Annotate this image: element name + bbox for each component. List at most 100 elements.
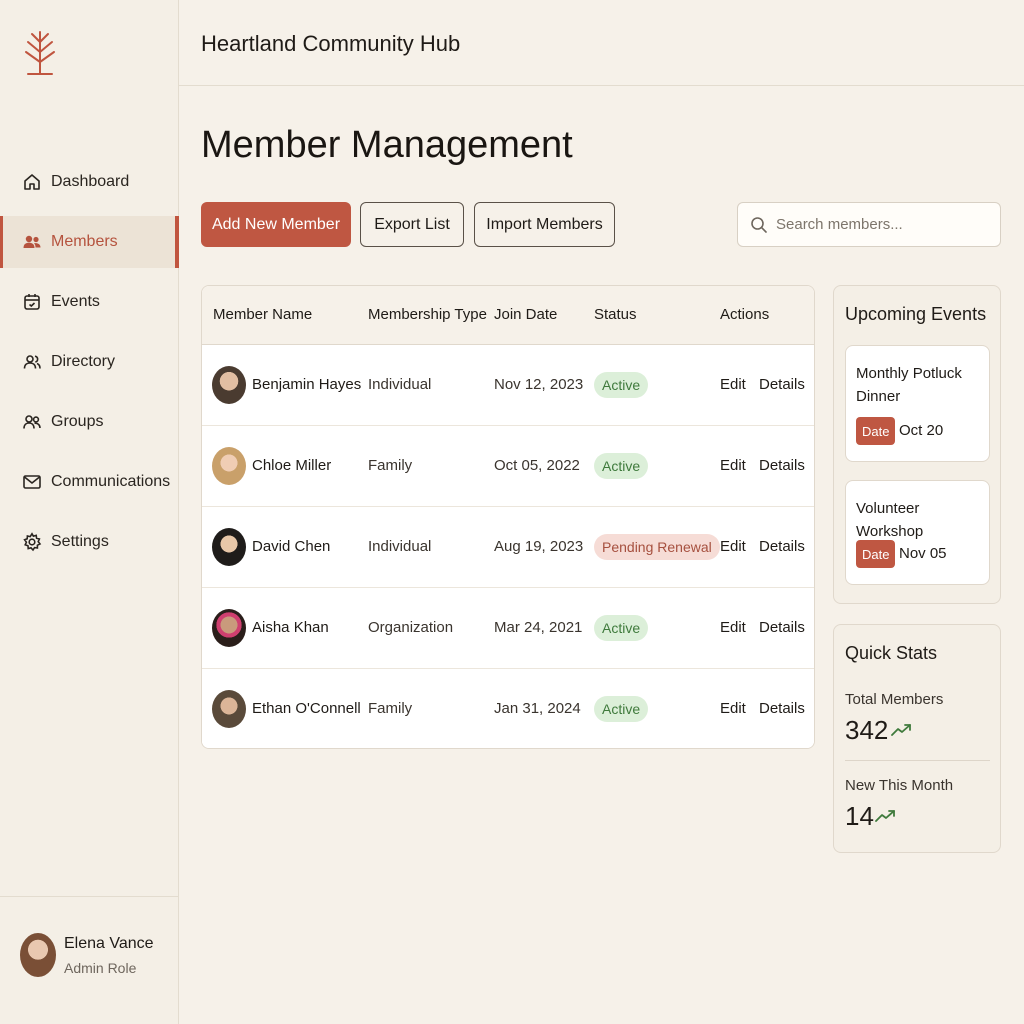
new-this-month-value: 14	[845, 801, 874, 831]
membership-type: Family	[368, 457, 413, 474]
join-date: Jan 31, 2024	[494, 700, 581, 717]
membership-type: Individual	[368, 376, 432, 393]
contacts-icon	[22, 352, 42, 372]
col-actions: Actions	[720, 306, 770, 323]
sidebar-item-groups[interactable]: Groups	[0, 396, 179, 448]
app-title: Heartland Community Hub	[201, 31, 461, 56]
details-link[interactable]: Details	[759, 538, 805, 555]
sidebar-item-dashboard[interactable]: Dashboard	[0, 156, 179, 208]
panel-title: Quick Stats	[845, 643, 938, 663]
import-members-button[interactable]: Import Members	[474, 202, 615, 247]
edit-link[interactable]: Edit	[720, 619, 746, 636]
avatar	[212, 447, 246, 485]
sidebar-item-label: Settings	[51, 533, 109, 550]
top-header: Heartland Community Hub	[179, 0, 1024, 86]
search-icon	[751, 216, 767, 233]
sidebar-item-directory[interactable]: Directory	[0, 336, 179, 388]
total-members-label: Total Members	[845, 691, 944, 708]
details-link[interactable]: Details	[759, 376, 805, 393]
status-badge: Active	[594, 453, 649, 479]
trend-up-icon	[875, 810, 895, 822]
sidebar-item-label: Directory	[51, 353, 116, 370]
member-name: Aisha Khan	[252, 619, 329, 636]
status-badge: Active	[594, 615, 649, 641]
avatar	[212, 690, 246, 728]
search-box	[737, 202, 1001, 247]
join-date: Nov 12, 2023	[494, 376, 584, 393]
avatar	[212, 528, 246, 566]
quick-stats-panel: Quick Stats Total Members 342 New This M…	[833, 624, 1001, 853]
sidebar-item-settings[interactable]: Settings	[0, 516, 179, 568]
calendar-icon	[22, 292, 42, 312]
details-link[interactable]: Details	[759, 619, 805, 636]
col-membership-type[interactable]: Membership Type	[368, 306, 487, 323]
new-this-month-label: New This Month	[845, 777, 954, 794]
avatar	[212, 609, 246, 647]
users-icon	[22, 232, 42, 252]
avatar	[20, 933, 56, 977]
membership-type: Organization	[368, 619, 454, 636]
trend-up-icon	[891, 724, 911, 736]
member-name: Benjamin Hayes	[252, 376, 362, 393]
sidebar-item-label: Events	[51, 293, 100, 310]
page-title: Member Management	[201, 124, 573, 166]
user-name: Elena Vance	[64, 935, 154, 952]
status-badge: Pending Renewal	[594, 534, 720, 560]
table-row[interactable]: Chloe Miller Family Oct 05, 2022 Active …	[202, 426, 814, 507]
group-icon	[22, 412, 42, 432]
tree-logo-icon	[22, 28, 58, 76]
table-row[interactable]: Benjamin Hayes Individual Nov 12, 2023 A…	[202, 345, 814, 426]
details-link[interactable]: Details	[759, 700, 805, 717]
add-member-button[interactable]: Add New Member	[201, 202, 351, 247]
event-date: Oct 20	[899, 422, 944, 439]
join-date: Aug 19, 2023	[494, 538, 584, 555]
join-date: Oct 05, 2022	[494, 457, 580, 474]
home-icon	[22, 172, 42, 192]
join-date: Mar 24, 2021	[494, 619, 583, 636]
sidebar-item-communications[interactable]: Communications	[0, 456, 179, 508]
event-card[interactable]: Monthly Potluck Dinner Date Oct 20	[845, 345, 990, 462]
date-tag: Date	[856, 417, 896, 445]
panel-title: Upcoming Events	[845, 304, 987, 324]
edit-link[interactable]: Edit	[720, 457, 746, 474]
sidebar-item-events[interactable]: Events	[0, 276, 179, 328]
sidebar-item-label: Communications	[51, 473, 171, 490]
table-row[interactable]: Ethan O'Connell Family Jan 31, 2024 Acti…	[202, 669, 814, 748]
sidebar-item-label: Groups	[51, 413, 104, 430]
date-tag: Date	[856, 540, 896, 568]
edit-link[interactable]: Edit	[720, 538, 746, 555]
col-member-name[interactable]: Member Name	[213, 306, 312, 323]
avatar	[212, 366, 246, 404]
edit-link[interactable]: Edit	[720, 700, 746, 717]
event-date: Nov 05	[899, 545, 947, 562]
search-input[interactable]	[776, 216, 986, 233]
user-profile[interactable]: Elena Vance Admin Role	[0, 896, 179, 1024]
edit-link[interactable]: Edit	[720, 376, 746, 393]
sidebar-nav: Dashboard Members Events Directory Group…	[0, 156, 179, 576]
event-card[interactable]: Volunteer Workshop Date Nov 05	[845, 480, 990, 585]
table-header: Member Name Membership Type Join Date St…	[202, 286, 814, 345]
sidebar-item-label: Members	[51, 233, 118, 250]
total-members-value: 342	[845, 715, 889, 745]
col-status[interactable]: Status	[594, 306, 637, 323]
status-badge: Active	[594, 696, 649, 722]
table-row[interactable]: Aisha Khan Organization Mar 24, 2021 Act…	[202, 588, 814, 669]
export-list-button[interactable]: Export List	[360, 202, 464, 247]
member-name: David Chen	[252, 538, 331, 555]
event-title: Monthly Potluck Dinner	[856, 365, 962, 405]
divider	[845, 760, 990, 761]
sidebar-item-members[interactable]: Members	[0, 216, 179, 268]
mail-icon	[22, 472, 42, 492]
status-badge: Active	[594, 372, 649, 398]
event-title: Volunteer Workshop	[856, 500, 924, 540]
user-role: Admin Role	[64, 960, 137, 976]
membership-type: Individual	[368, 538, 432, 555]
sidebar-item-label: Dashboard	[51, 173, 130, 190]
gear-icon	[22, 532, 42, 552]
details-link[interactable]: Details	[759, 457, 805, 474]
members-table: Member Name Membership Type Join Date St…	[201, 285, 815, 749]
col-join-date[interactable]: Join Date	[494, 306, 557, 323]
table-row[interactable]: David Chen Individual Aug 19, 2023 Pendi…	[202, 507, 814, 588]
membership-type: Family	[368, 700, 413, 717]
member-name: Chloe Miller	[252, 457, 332, 474]
